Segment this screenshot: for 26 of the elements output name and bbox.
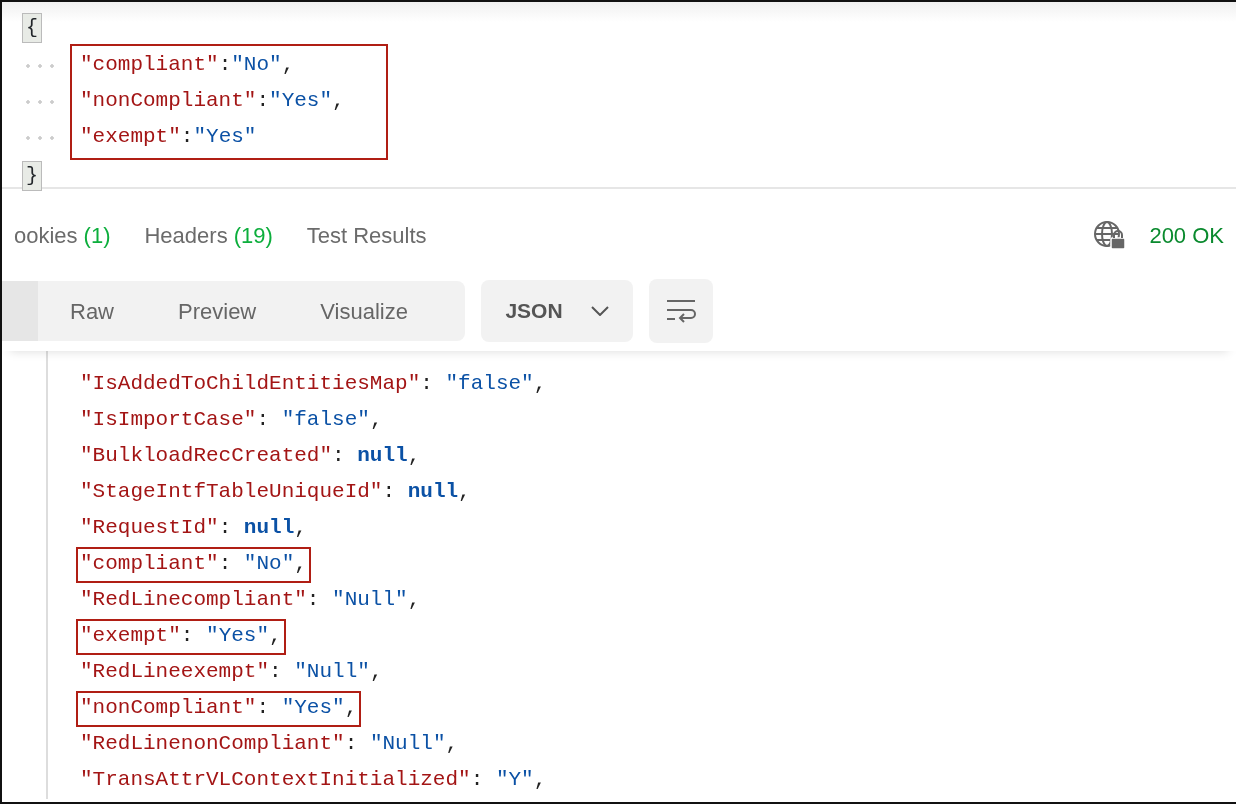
response-tab[interactable]: Test Results (306, 218, 427, 252)
code-line: "StageIntfTableUniqueId": null, (79, 479, 472, 505)
status-text: 200 OK (1149, 221, 1224, 250)
view-tab[interactable]: Visualize (288, 294, 440, 328)
wrap-lines-button[interactable] (649, 279, 713, 343)
format-dropdown[interactable]: JSON (481, 280, 633, 342)
code-line: "TransAttrVLContextInitialized": "Y", (79, 767, 548, 793)
code-line: "exempt":"Yes" (80, 123, 258, 150)
globe-lock-icon (1093, 220, 1128, 250)
code-line: "RequestId": null, (79, 515, 308, 541)
view-tab[interactable]: Preview (146, 294, 289, 328)
code-line: "IsAddedToChildEntitiesMap": "false", (79, 371, 548, 397)
brace-marker: { (22, 13, 42, 43)
chevron-icon (590, 306, 609, 316)
code-line: "compliant":"No", (80, 51, 296, 78)
response-tab[interactable]: Headers (19) (144, 218, 273, 252)
code-line: "RedLineexempt": "Null", (79, 659, 384, 685)
code-line: "RedLinenonCompliant": "Null", (79, 731, 460, 757)
wrap-lines-icon (665, 298, 697, 324)
code-line: "IsImportCase": "false", (79, 407, 384, 433)
brace-marker: } (22, 160, 42, 191)
code-line: "BulkloadRecCreated": null, (79, 443, 422, 469)
response-tab[interactable]: ookies (1) (14, 218, 111, 252)
view-tab[interactable]: Raw (38, 294, 146, 328)
code-line: "RedLinecompliant": "Null", (79, 587, 422, 613)
code-line: "nonCompliant":"Yes", (80, 87, 346, 114)
